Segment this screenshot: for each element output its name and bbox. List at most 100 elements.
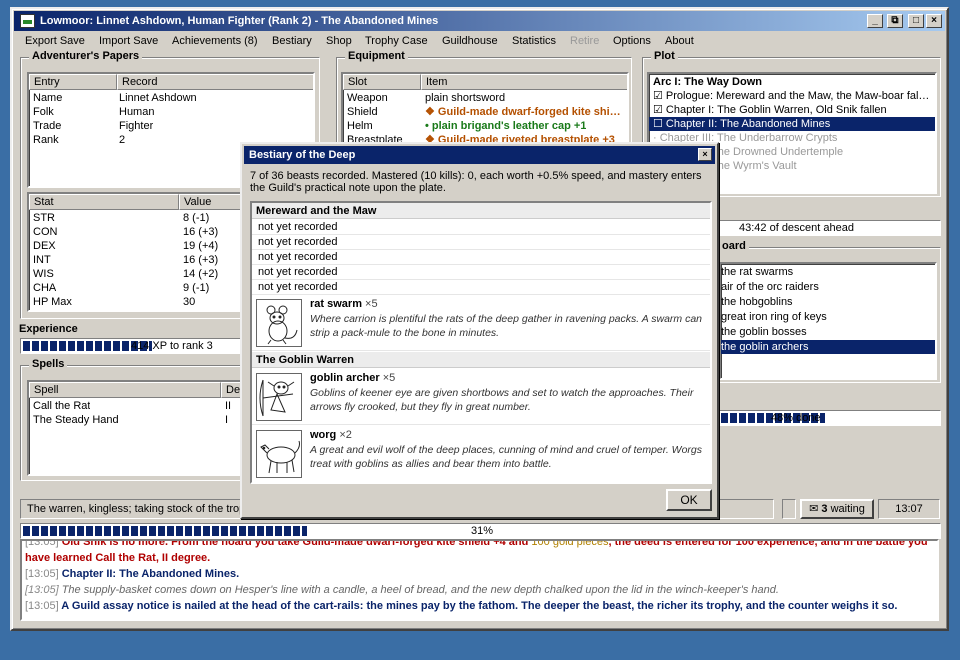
- table-row[interactable]: The Steady Hand I: [29, 413, 249, 427]
- log-text: , the deed is entered for 100 experience…: [608, 539, 928, 548]
- beast-name: worg ×2: [310, 429, 352, 441]
- cell: Folk: [33, 106, 54, 118]
- beast-entry-goblin-archer[interactable]: goblin archer ×5 Goblins of keener eye a…: [252, 369, 710, 425]
- ok-button[interactable]: OK: [666, 489, 712, 511]
- beast-entry-worg[interactable]: worg ×2 A great and evil wolf of the dee…: [252, 426, 710, 482]
- equipment-title: Equipment: [345, 50, 408, 62]
- dialog-title-bar[interactable]: Bestiary of the Deep ×: [244, 146, 715, 164]
- table-row[interactable]: Call the Rat II: [29, 399, 249, 413]
- table-row[interactable]: Folk Human: [29, 105, 313, 119]
- list-item[interactable]: the rat swarms: [721, 265, 935, 279]
- equipment-header-slot[interactable]: Slot: [343, 74, 421, 90]
- list-item[interactable]: not yet recorded: [252, 250, 710, 265]
- list-item[interactable]: great iron ring of keys: [721, 310, 935, 324]
- list-item[interactable]: not yet recorded: [252, 280, 710, 295]
- list-item-selected[interactable]: ☐ Chapter II: The Abandoned Mines: [649, 117, 935, 131]
- papers-header-record[interactable]: Record: [117, 74, 313, 90]
- cell: WIS: [33, 268, 54, 280]
- list-item[interactable]: not yet recorded: [252, 265, 710, 280]
- cell: CON: [33, 226, 58, 238]
- main-progress-text: 31%: [471, 525, 494, 537]
- log-timestamp: [13:05]: [25, 539, 59, 548]
- cell: Linnet Ashdown: [119, 92, 197, 104]
- menu-bestiary[interactable]: Bestiary: [272, 35, 312, 47]
- board-list[interactable]: the rat swarms air of the orc raiders th…: [719, 262, 937, 380]
- table-row[interactable]: Shield ❖ Guild-made dwarf-forged kite shi…: [343, 105, 627, 119]
- close-button[interactable]: ×: [926, 14, 942, 28]
- dialog-intro: 7 of 36 beasts recorded. Mastered (10 ki…: [250, 170, 702, 194]
- log-timestamp: [13:05]: [25, 568, 59, 580]
- papers-header-entry[interactable]: Entry: [29, 74, 117, 90]
- spells-header-spell[interactable]: Spell: [29, 382, 221, 398]
- plot-arc-title: Arc I: The Way Down: [653, 76, 762, 88]
- experience-bar-text: 414 XP to rank 3: [131, 340, 213, 352]
- board-title: oard: [719, 240, 749, 252]
- menu-statistics[interactable]: Statistics: [512, 35, 556, 47]
- goblin-archer-plate-icon: [256, 373, 302, 421]
- restore-button[interactable]: ⧉: [887, 14, 903, 28]
- beast-name-text: rat swarm: [310, 298, 362, 310]
- log-text: Chapter II: The Abandoned Mines.: [58, 568, 240, 580]
- menu-trophy-case[interactable]: Trophy Case: [365, 35, 428, 47]
- table-row[interactable]: Name Linnet Ashdown: [29, 91, 313, 105]
- menu-import-save[interactable]: Import Save: [99, 35, 158, 47]
- status-spacer: [782, 499, 796, 519]
- beast-count: ×5: [382, 372, 396, 384]
- maximize-button[interactable]: □: [908, 14, 924, 28]
- board-progress-text: 48% done: [771, 412, 821, 424]
- cell: Human: [119, 106, 155, 118]
- cell: 14 (+2): [183, 268, 219, 280]
- cell: Weapon: [347, 92, 388, 104]
- menu-guildhouse[interactable]: Guildhouse: [442, 35, 498, 47]
- log-text: The supply-basket comes down on Hesper's…: [58, 584, 779, 596]
- log-text: Old Snik is no more. From the hoard you …: [58, 539, 532, 548]
- experience-title: Experience: [19, 323, 78, 335]
- menu-shop[interactable]: Shop: [326, 35, 352, 47]
- stats-header-stat[interactable]: Stat: [29, 194, 179, 210]
- cell: 16 (+3): [183, 254, 219, 266]
- bestiary-list[interactable]: Mereward and the Maw not yet recorded no…: [250, 201, 712, 484]
- main-progress-bar: 31%: [20, 523, 941, 539]
- dialog-close-button[interactable]: ×: [698, 148, 712, 161]
- list-item[interactable]: not yet recorded: [252, 235, 710, 250]
- event-log[interactable]: [13:05] Old Snik is no more. From the ho…: [20, 539, 939, 621]
- descent-bar: 43:42 of descent ahead: [718, 220, 941, 236]
- beast-name-text: worg: [310, 429, 337, 441]
- table-row[interactable]: Helm • plain brigand's leather cap +1: [343, 119, 627, 133]
- cell: II: [225, 400, 232, 412]
- main-progress-fill: [23, 526, 307, 536]
- log-line-4: [13:05] A Guild assay notice is nailed a…: [25, 598, 934, 614]
- spells-title: Spells: [29, 358, 68, 370]
- spells-table[interactable]: Spell De Call the Rat II The Steady Hand I: [27, 380, 251, 476]
- beast-name: rat swarm ×5: [310, 298, 378, 310]
- mail-waiting-button[interactable]: ✉ 3 waiting: [800, 499, 874, 519]
- list-item[interactable]: the goblin bosses: [721, 325, 935, 339]
- list-item[interactable]: not yet recorded: [252, 220, 710, 235]
- list-item-selected[interactable]: the goblin archers: [721, 340, 935, 354]
- menu-options[interactable]: Options: [613, 35, 651, 47]
- beast-name-text: goblin archer: [310, 372, 380, 384]
- cell: STR: [33, 212, 55, 224]
- minimize-button[interactable]: _: [867, 14, 883, 28]
- menu-about[interactable]: About: [665, 35, 694, 47]
- cell: plain shortsword: [425, 92, 506, 104]
- mail-label: waiting: [830, 503, 865, 515]
- list-item[interactable]: ☑ Chapter I: The Goblin Warren, Old Snik…: [649, 103, 935, 117]
- equipment-header-item[interactable]: Item: [421, 74, 627, 90]
- beast-entry-rat-swarm[interactable]: rat swarm ×5 Where carrion is plentiful …: [252, 295, 710, 351]
- list-item[interactable]: air of the orc raiders: [721, 280, 935, 294]
- cell: Name: [33, 92, 63, 104]
- cell: HP Max: [33, 296, 72, 308]
- title-bar[interactable]: Lowmoor: Linnet Ashdown, Human Fighter (…: [14, 11, 945, 31]
- cell: I: [225, 414, 229, 426]
- table-row[interactable]: Trade Fighter: [29, 119, 313, 133]
- list-item[interactable]: the hobgoblins: [721, 295, 935, 309]
- table-row[interactable]: Weapon plain shortsword: [343, 91, 627, 105]
- cell: Call the Rat: [33, 400, 91, 412]
- menu-export-save[interactable]: Export Save: [25, 35, 85, 47]
- list-item[interactable]: ☑ Prologue: Mereward and the Maw, the Ma…: [649, 89, 935, 103]
- log-line-2: [13:05] Chapter II: The Abandoned Mines.: [25, 566, 934, 582]
- menu-achievements[interactable]: Achievements (8): [172, 35, 258, 47]
- papers-title: Adventurer's Papers: [29, 50, 143, 62]
- rat-plate-icon: [256, 299, 302, 347]
